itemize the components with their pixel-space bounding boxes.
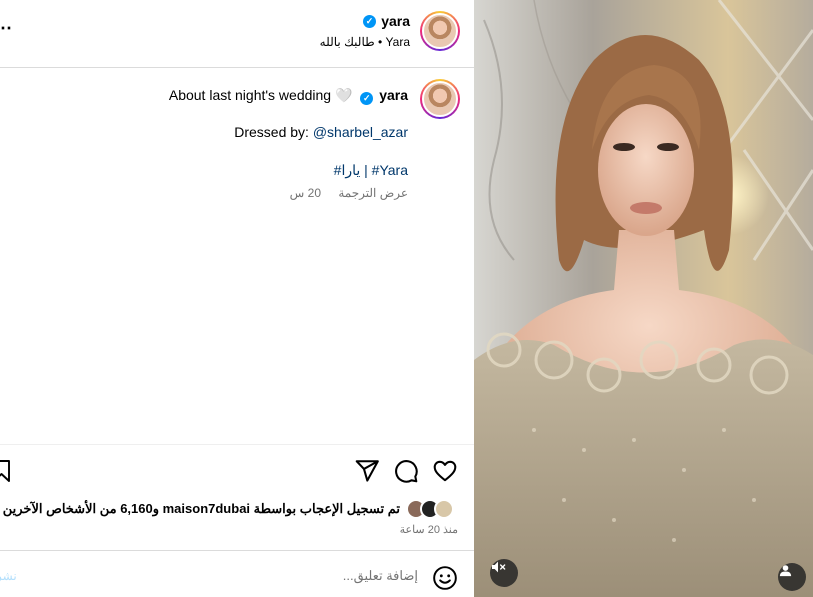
post-dialog: ⋯ yara ✓ طالبك بالله • Yara About last n…: [0, 0, 813, 597]
caption-meta: عرض الترجمة 20 س: [276, 186, 408, 200]
header-avatar[interactable]: [420, 11, 460, 51]
likes-row: تم تسجيل الإعجاب بواسطة maison7dubai و6,…: [3, 498, 458, 520]
caption-text: About last night's wedding 🤍: [168, 87, 353, 103]
user-tag-icon: [779, 565, 792, 577]
more-horizontal-icon[interactable]: ⋯: [0, 18, 13, 39]
dressed-by-label: Dressed by:: [234, 124, 309, 140]
caption-username[interactable]: yara: [379, 87, 408, 103]
post-comment-button[interactable]: نشر: [0, 569, 17, 583]
designer-mention-link[interactable]: @sharbel_azar: [313, 124, 408, 140]
mute-toggle-button[interactable]: [490, 559, 518, 587]
caption-first-line: About last night's wedding 🤍 ✓ yara: [168, 87, 408, 105]
post-details-panel: ⋯ yara ✓ طالبك بالله • Yara About last n…: [0, 0, 474, 597]
heart-icon[interactable]: [432, 458, 458, 484]
paper-plane-icon[interactable]: [354, 458, 380, 484]
header-subtitle[interactable]: طالبك بالله • Yara: [320, 35, 410, 49]
bookmark-icon[interactable]: [0, 458, 12, 484]
verified-badge-icon: ✓: [363, 15, 376, 28]
comment-bubble-icon[interactable]: [393, 458, 419, 484]
caption-dressed-by: Dressed by: @sharbel_azar: [234, 124, 408, 140]
translate-link[interactable]: عرض الترجمة: [338, 186, 408, 200]
user-tags-button[interactable]: [778, 563, 806, 591]
emoji-smiley-icon[interactable]: [432, 565, 458, 591]
verified-badge-icon: ✓: [360, 92, 374, 105]
actions-divider: [0, 444, 474, 445]
post-header: ⋯ yara ✓ طالبك بالله • Yara: [0, 0, 474, 68]
header-username[interactable]: yara: [381, 13, 410, 29]
comment-bar: نشر إضافة تعليق...: [0, 550, 474, 597]
caption-avatar[interactable]: [420, 79, 460, 119]
likes-summary[interactable]: تم تسجيل الإعجاب بواسطة maison7dubai و6,…: [3, 501, 400, 517]
caption-hashtags[interactable]: #يارا | #Yara: [334, 162, 408, 179]
post-photo: [474, 0, 813, 597]
comment-input[interactable]: إضافة تعليق...: [343, 568, 418, 584]
avatar: [434, 499, 454, 519]
caption-age: 20 س: [289, 186, 321, 200]
post-time[interactable]: منذ 20 ساعة: [400, 523, 458, 536]
liker-avatars[interactable]: [406, 498, 458, 520]
post-media[interactable]: [474, 0, 813, 597]
speaker-muted-icon: [492, 561, 506, 573]
